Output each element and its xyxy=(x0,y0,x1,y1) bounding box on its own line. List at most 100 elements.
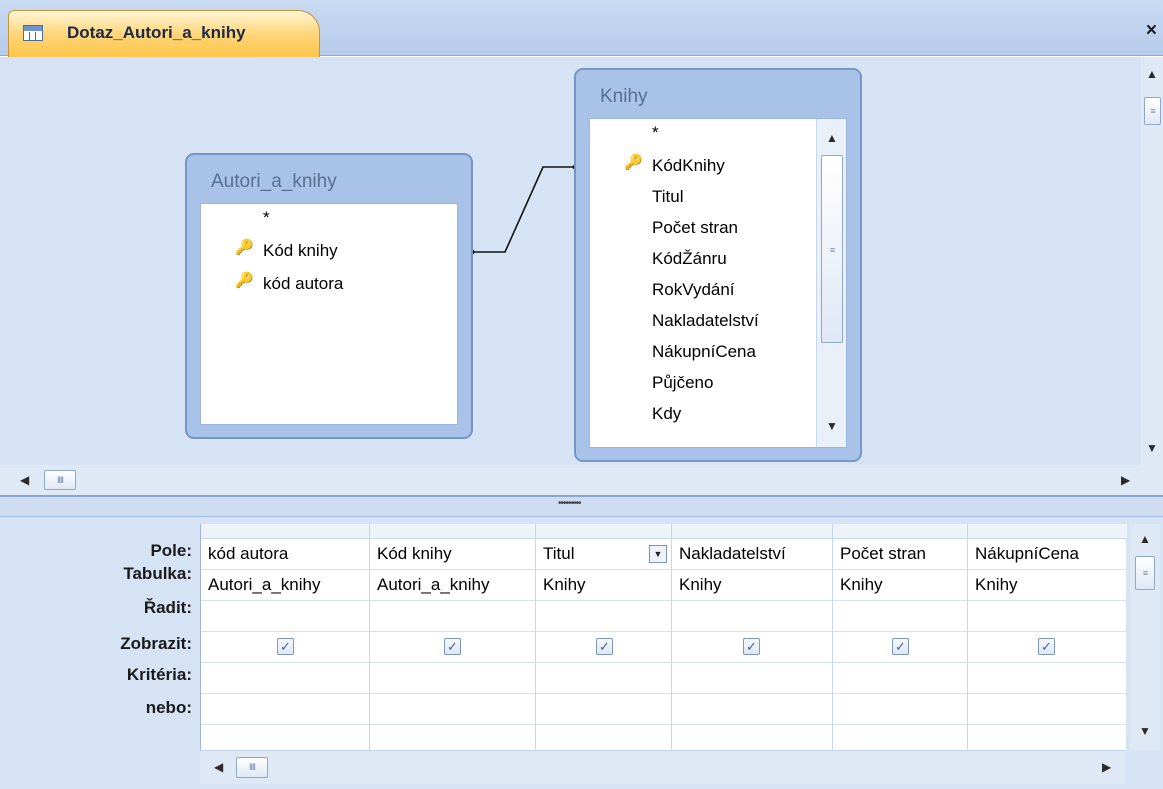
show-checkbox[interactable]: ✓ xyxy=(277,638,294,655)
grip-icon: IIII xyxy=(248,762,256,772)
cell-criteria[interactable] xyxy=(370,663,535,694)
cell-table[interactable]: Autori_a_knihy xyxy=(201,570,369,601)
cell-criteria[interactable] xyxy=(968,663,1127,694)
cell-field[interactable]: kód autora xyxy=(201,539,369,570)
column-selector[interactable] xyxy=(370,524,535,539)
scroll-up-arrow-icon[interactable]: ▲ xyxy=(1139,532,1151,546)
column-selector[interactable] xyxy=(672,524,832,539)
grid-vertical-scrollbar[interactable]: ▲ ≡ ▼ xyxy=(1130,524,1160,750)
grip-icon: ≡ xyxy=(1142,568,1148,578)
field-all-star[interactable]: * xyxy=(263,208,270,228)
cell-or[interactable] xyxy=(672,694,832,725)
scroll-down-arrow-icon[interactable]: ▼ xyxy=(1146,441,1158,455)
field-titul[interactable]: Titul xyxy=(652,187,684,207)
cell-or[interactable] xyxy=(370,694,535,725)
field-list-scrollbar[interactable]: ▲ ≡ ▼ xyxy=(816,119,846,447)
cell-criteria[interactable] xyxy=(201,663,369,694)
cell-or[interactable] xyxy=(968,694,1127,725)
show-checkbox[interactable]: ✓ xyxy=(743,638,760,655)
scroll-thumb[interactable]: IIII xyxy=(236,757,268,778)
primary-key-icon: 🔑 xyxy=(624,154,643,171)
show-checkbox[interactable]: ✓ xyxy=(1038,638,1055,655)
column-selector[interactable] xyxy=(201,524,369,539)
cell-table[interactable]: Autori_a_knihy xyxy=(370,570,535,601)
column-selector[interactable] xyxy=(833,524,967,539)
primary-key-icon: 🔑 xyxy=(235,272,254,289)
cell-field[interactable]: Počet stran xyxy=(833,539,967,570)
cell-field-value: Titul xyxy=(543,544,575,563)
cell-table[interactable]: Knihy xyxy=(536,570,671,601)
scroll-left-arrow-icon[interactable]: ◀ xyxy=(20,473,29,487)
query-tab[interactable]: Dotaz_Autori_a_knihy xyxy=(8,10,320,57)
document-tab-bar: Dotaz_Autori_a_knihy × xyxy=(0,0,1163,57)
cell-sort[interactable] xyxy=(968,601,1127,632)
scroll-thumb[interactable]: ≡ xyxy=(1144,97,1161,125)
table-title: Knihy xyxy=(600,86,648,107)
field-kod-autora[interactable]: kód autora xyxy=(263,274,343,294)
diagram-vertical-scrollbar[interactable]: ▲ ≡ ▼ xyxy=(1141,57,1163,465)
cell-sort[interactable] xyxy=(201,601,369,632)
scroll-up-arrow-icon[interactable]: ▲ xyxy=(826,131,838,145)
scroll-left-arrow-icon[interactable]: ◀ xyxy=(214,760,223,774)
cell-show: ✓ xyxy=(370,632,535,663)
cell-criteria[interactable] xyxy=(833,663,967,694)
field-pocet-stran[interactable]: Počet stran xyxy=(652,218,738,238)
cell-table[interactable]: Knihy xyxy=(968,570,1127,601)
cell-or[interactable] xyxy=(201,694,369,725)
cell-criteria[interactable] xyxy=(672,663,832,694)
show-checkbox[interactable]: ✓ xyxy=(444,638,461,655)
cell-or[interactable] xyxy=(833,694,967,725)
row-label-field: Pole: xyxy=(150,541,192,560)
scroll-down-arrow-icon[interactable]: ▼ xyxy=(826,419,838,433)
column-selector[interactable] xyxy=(536,524,671,539)
scroll-thumb[interactable]: ≡ xyxy=(821,155,843,343)
cell-field[interactable]: NákupníCena xyxy=(968,539,1127,570)
cell-field[interactable]: Titul ▼ xyxy=(536,539,671,570)
scroll-down-arrow-icon[interactable]: ▼ xyxy=(1139,724,1151,738)
cell-field[interactable]: Kód knihy xyxy=(370,539,535,570)
scroll-up-arrow-icon[interactable]: ▲ xyxy=(1146,67,1158,81)
field-nakupnicena[interactable]: NákupníCena xyxy=(652,342,756,362)
cell-show: ✓ xyxy=(536,632,671,663)
field-kodzanru[interactable]: KódŽánru xyxy=(652,249,727,269)
field-kod-knihy[interactable]: Kód knihy xyxy=(263,241,338,261)
cell-or[interactable] xyxy=(536,694,671,725)
chevron-down-icon[interactable]: ▼ xyxy=(649,545,667,563)
table-title: Autori_a_knihy xyxy=(211,171,337,192)
table-box-autori-a-knihy[interactable]: Autori_a_knihy * 🔑 Kód knihy 🔑 kód autor… xyxy=(185,153,473,439)
cell-table[interactable]: Knihy xyxy=(833,570,967,601)
query-design-grid: kód autora Autori_a_knihy ✓ Kód knihy Au… xyxy=(200,524,1127,750)
row-label-sort: Řadit: xyxy=(143,598,192,617)
field-kodknihy[interactable]: KódKnihy xyxy=(652,156,725,176)
field-rokvydani[interactable]: RokVydání xyxy=(652,280,735,300)
scroll-thumb[interactable]: ≡ xyxy=(1135,556,1155,590)
grid-column: NákupníCena Knihy ✓ xyxy=(968,524,1127,750)
pane-splitter[interactable]: ••••••••• xyxy=(0,495,1163,517)
diagram-horizontal-scrollbar[interactable]: ◀ IIII ▶ xyxy=(0,465,1163,495)
scroll-right-arrow-icon[interactable]: ▶ xyxy=(1121,473,1130,487)
scroll-right-arrow-icon[interactable]: ▶ xyxy=(1102,760,1111,774)
show-checkbox[interactable]: ✓ xyxy=(892,638,909,655)
scroll-thumb[interactable]: IIII xyxy=(44,470,76,490)
cell-sort[interactable] xyxy=(672,601,832,632)
cell-table[interactable]: Knihy xyxy=(672,570,832,601)
grid-horizontal-scrollbar[interactable]: ◀ IIII ▶ xyxy=(200,750,1126,784)
row-label-table: Tabulka: xyxy=(123,564,192,583)
cell-sort[interactable] xyxy=(536,601,671,632)
field-list: * 🔑 KódKnihy Titul Počet stran KódŽánru … xyxy=(589,118,847,448)
field-kdy[interactable]: Kdy xyxy=(652,404,681,424)
column-selector[interactable] xyxy=(968,524,1127,539)
cell-sort[interactable] xyxy=(833,601,967,632)
field-nakladatelstvi[interactable]: Nakladatelství xyxy=(652,311,759,331)
show-checkbox[interactable]: ✓ xyxy=(596,638,613,655)
grid-column: Kód knihy Autori_a_knihy ✓ xyxy=(370,524,536,750)
cell-criteria[interactable] xyxy=(536,663,671,694)
field-all-star[interactable]: * xyxy=(652,123,659,143)
cell-sort[interactable] xyxy=(370,601,535,632)
cell-field[interactable]: Nakladatelství xyxy=(672,539,832,570)
close-icon[interactable]: × xyxy=(1146,20,1157,42)
row-label-criteria: Kritéria: xyxy=(126,665,192,684)
field-pujceno[interactable]: Půjčeno xyxy=(652,373,713,393)
grid-column: Nakladatelství Knihy ✓ xyxy=(672,524,833,750)
table-box-knihy[interactable]: Knihy * 🔑 KódKnihy Titul Počet stran Kód… xyxy=(574,68,862,462)
